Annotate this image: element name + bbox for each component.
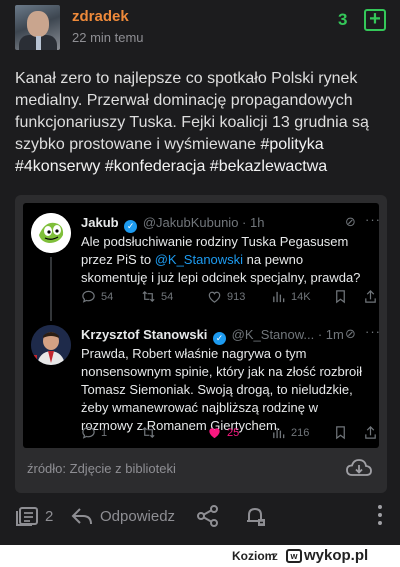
- tweet-handle: @JakubKubunio · 1h: [142, 215, 265, 230]
- retweet-icon: [142, 290, 155, 303]
- share-icon: [365, 290, 376, 303]
- share-action: [363, 289, 378, 304]
- tweet-author: Krzysztof Stanowski: [81, 327, 208, 342]
- bookmark-icon: [336, 290, 345, 304]
- user-avatar[interactable]: [15, 5, 60, 50]
- watermark-z: z: [272, 549, 278, 563]
- post-body: Kanał zero to najlepsze co spotkało Pols…: [15, 68, 387, 178]
- wykop-logo-icon: w: [286, 548, 302, 563]
- share-action: [363, 425, 378, 440]
- tweet-avatar: [31, 325, 71, 365]
- mention-link: @K_Stanowski: [154, 252, 244, 267]
- verified-icon: ✓: [124, 220, 138, 233]
- reply-action: 54: [81, 289, 113, 304]
- tag-link[interactable]: #konfederacja: [105, 158, 206, 175]
- thread-line: [50, 257, 52, 321]
- more-icon: ···: [365, 212, 379, 227]
- vote-count: 3: [338, 10, 348, 29]
- share-button[interactable]: [196, 505, 220, 527]
- tweet-author: Jakub: [81, 215, 119, 230]
- like-action: 25: [207, 425, 239, 440]
- comments-button[interactable]: 2: [15, 505, 53, 527]
- tweet-avatar: [31, 213, 71, 253]
- reply-label: Odpowiedz: [100, 507, 176, 525]
- bookmark-icon: [336, 426, 345, 440]
- tweet-text: Prawda, Robert właśnie nagrywa o tym non…: [81, 346, 363, 433]
- post-actions: 2 Odpowiedz: [0, 500, 400, 532]
- tag-link[interactable]: #4konserwy: [15, 158, 100, 175]
- share-icon: [365, 426, 376, 439]
- share-nodes-icon: [197, 505, 218, 527]
- watermark-bar: Koziom z w wykop.pl: [0, 545, 400, 567]
- bookmark-action: [333, 289, 348, 304]
- tweet-header: Krzysztof Stanowski ✓ @K_Stanow... · 1m: [81, 327, 344, 345]
- verified-icon: ✓: [213, 332, 227, 345]
- report-bell-icon: [247, 507, 265, 526]
- reply-icon: [82, 426, 95, 439]
- retweet-action: 54: [141, 289, 173, 304]
- tag-link[interactable]: #bekazlewactwa: [210, 158, 327, 175]
- tag-link[interactable]: #polityka: [260, 136, 323, 153]
- cloud-download-icon[interactable]: [345, 457, 373, 479]
- image-source: źródło: Zdjęcie z biblioteki: [27, 461, 176, 476]
- username[interactable]: zdradek: [72, 8, 129, 25]
- report-button[interactable]: [243, 505, 267, 527]
- retweet-action: [141, 425, 161, 440]
- tweet-text: Ale podsłuchiwanie rodziny Tuska Pegasus…: [81, 234, 361, 285]
- views-action: 216: [271, 425, 309, 440]
- bookmark-action: [333, 425, 348, 440]
- tweet-actions: 1 25 216: [81, 425, 376, 443]
- heart-filled-icon: [209, 428, 220, 439]
- tweet-screenshot: Jakub ✓ @JakubKubunio · 1h ⊘ ··· Ale pod…: [23, 203, 379, 448]
- tweet-header: Jakub ✓ @JakubKubunio · 1h: [81, 215, 264, 233]
- tweet-handle: @K_Stanow... · 1m: [231, 327, 344, 342]
- post-time: 22 min temu: [72, 30, 144, 45]
- views-icon: [273, 291, 285, 303]
- views-icon: [273, 427, 285, 439]
- grok-icon: ⊘: [345, 326, 356, 341]
- post-header: zdradek 22 min temu 3 +: [0, 0, 400, 60]
- wykop-logo: w wykop.pl: [286, 547, 368, 564]
- reply-action: 1: [81, 425, 107, 440]
- grok-icon: ⊘: [345, 214, 356, 229]
- upvote-button[interactable]: +: [364, 9, 386, 31]
- embedded-image[interactable]: Jakub ✓ @JakubKubunio · 1h ⊘ ··· Ale pod…: [15, 195, 387, 493]
- reply-icon: [82, 290, 95, 303]
- like-action: 913: [207, 289, 245, 304]
- views-action: 14K: [271, 289, 311, 304]
- more-options-icon[interactable]: [377, 505, 383, 525]
- tweet: Jakub ✓ @JakubKubunio · 1h ⊘ ··· Ale pod…: [23, 203, 379, 321]
- tweet-actions: 54 54 913 14K: [81, 289, 376, 307]
- reply-arrow-icon: [71, 508, 92, 525]
- more-icon: ···: [365, 324, 379, 339]
- comments-icon: [16, 507, 38, 526]
- tweet: Krzysztof Stanowski ✓ @K_Stanow... · 1m …: [23, 321, 379, 448]
- comments-count: 2: [45, 507, 54, 525]
- reply-button[interactable]: Odpowiedz: [70, 505, 175, 527]
- retweet-icon: [142, 426, 155, 439]
- watermark-user: Koziom: [232, 549, 276, 563]
- heart-icon: [208, 291, 221, 303]
